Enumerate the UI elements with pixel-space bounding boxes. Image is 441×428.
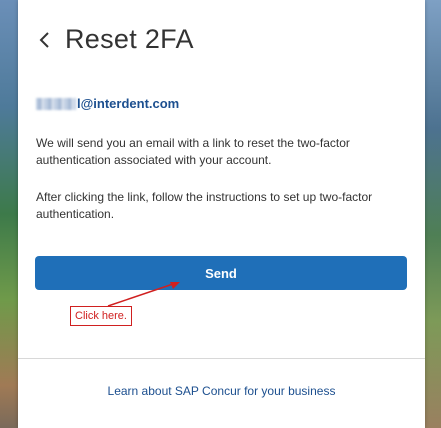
email-text: l@interdent.com (77, 96, 180, 111)
title-row: Reset 2FA (37, 24, 194, 55)
background-left (0, 0, 18, 428)
page-title: Reset 2FA (65, 24, 194, 54)
send-button[interactable]: Send (35, 256, 407, 290)
account-email: l@interdent.com (36, 96, 179, 111)
redacted-email-prefix (36, 97, 76, 110)
annotation-label: Click here. (70, 306, 132, 326)
instruction-paragraph-1: We will send you an email with a link to… (36, 136, 350, 167)
reset-2fa-card: Reset 2FA l@interdent.com We will send y… (18, 0, 425, 428)
footer-divider (18, 358, 425, 359)
instruction-paragraph-2: After clicking the link, follow the inst… (36, 190, 373, 221)
background-right (425, 0, 441, 428)
chevron-left-icon[interactable] (37, 28, 53, 52)
learn-more-link[interactable]: Learn about SAP Concur for your business (18, 384, 425, 398)
